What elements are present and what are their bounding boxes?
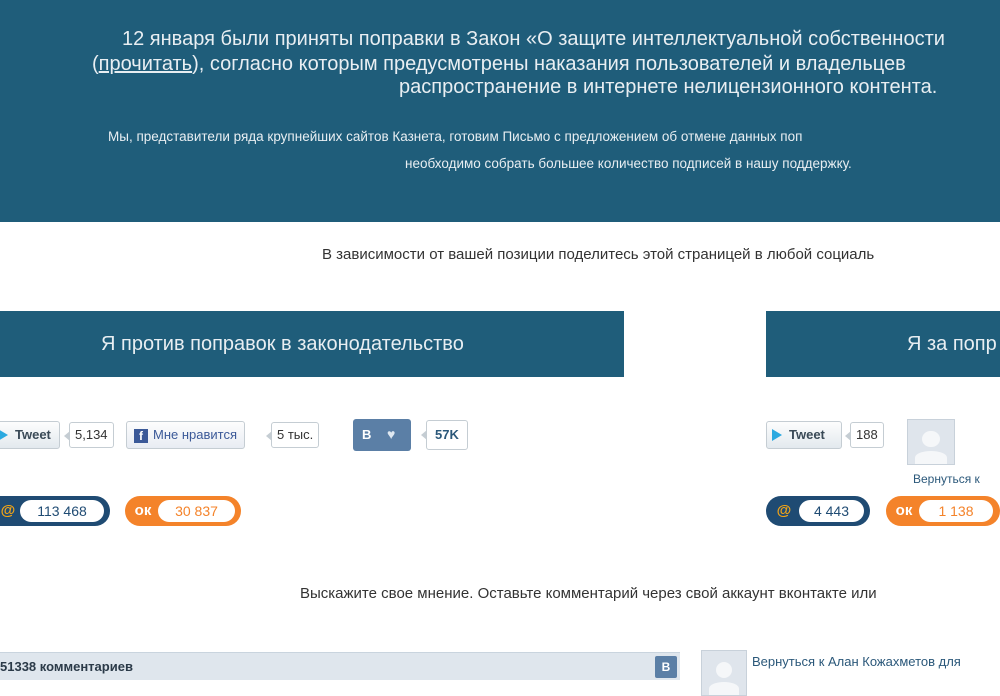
mailru-at-icon: @ xyxy=(776,502,792,519)
odnoklassniki-icon: ок xyxy=(895,502,913,519)
banner-line-4: Мы, представители ряда крупнейших сайтов… xyxy=(108,129,803,144)
share-instruction: В зависимости от вашей позиции поделитес… xyxy=(322,246,875,263)
facebook-count-against: 5 тыс. xyxy=(265,422,320,448)
panel-for-title: Я за попр xyxy=(907,333,997,355)
back-link-for[interactable]: Вернуться к xyxy=(913,472,980,486)
odnoklassniki-share-button-for[interactable]: ок 1 138 xyxy=(886,496,1000,526)
vk-like-button-against[interactable]: В ♥ xyxy=(353,419,411,451)
vk-count-against: 57K xyxy=(421,420,468,450)
panel-for-header: Я за попр xyxy=(766,311,1000,377)
facebook-like-button-against[interactable]: f Мне нравится xyxy=(126,421,246,449)
odnoklassniki-icon: ок xyxy=(134,502,152,519)
mailru-count-against: 113 468 xyxy=(20,500,104,522)
tweet-count-against: 5,134 xyxy=(64,422,114,448)
comments-header-bar: 51338 комментариев В xyxy=(0,652,680,680)
facebook-icon: f xyxy=(134,429,148,443)
mailru-at-icon: @ xyxy=(0,502,16,519)
odnoklassniki-count-for: 1 138 xyxy=(919,500,993,522)
banner-line-5: необходимо собрать большее количество по… xyxy=(405,156,852,171)
back-link-comments[interactable]: Вернуться к Алан Кожахметов для xyxy=(752,654,961,669)
twitter-bird-icon xyxy=(0,429,8,441)
tweet-button-for[interactable]: Tweet xyxy=(766,421,842,449)
mailru-share-button-against[interactable]: @ 113 468 xyxy=(0,496,110,526)
tweet-label: Tweet xyxy=(15,427,51,442)
avatar[interactable] xyxy=(907,419,955,465)
mailru-share-button-for[interactable]: @ 4 443 xyxy=(766,496,870,526)
vk-icon: В xyxy=(362,427,372,442)
comment-invitation: Выскажите свое мнение. Оставьте коммента… xyxy=(300,585,877,602)
intro-banner: 12 января были приняты поправки в Закон … xyxy=(0,0,1000,222)
heart-icon: ♥ xyxy=(387,426,396,442)
read-law-link[interactable]: прочитать xyxy=(99,53,192,75)
panel-against-header: Я против поправок в законодательство xyxy=(0,311,624,377)
tweet-button-against[interactable]: Tweet xyxy=(0,421,60,449)
mailru-count-for: 4 443 xyxy=(799,500,864,522)
banner-line-3: распространение в интернете нелицензионн… xyxy=(399,76,938,98)
banner-line-2: (прочитать), согласно которым предусмотр… xyxy=(92,53,906,76)
banner-line-2-suffix: ), согласно которым предусмотрены наказа… xyxy=(192,53,906,75)
twitter-bird-icon xyxy=(772,429,782,441)
vk-icon[interactable]: В xyxy=(655,656,677,678)
odnoklassniki-count-against: 30 837 xyxy=(158,500,235,522)
odnoklassniki-share-button-against[interactable]: ок 30 837 xyxy=(125,496,241,526)
avatar[interactable] xyxy=(701,650,747,696)
facebook-like-label: Мне нравится xyxy=(153,427,238,442)
tweet-label: Tweet xyxy=(789,427,825,442)
banner-line-2-prefix: ( xyxy=(92,53,99,75)
banner-line-1: 12 января были приняты поправки в Закон … xyxy=(122,28,945,50)
panel-against-title: Я против поправок в законодательство xyxy=(101,333,464,355)
tweet-count-for: 188 xyxy=(845,422,884,448)
comments-count: 51338 комментариев xyxy=(0,659,133,674)
